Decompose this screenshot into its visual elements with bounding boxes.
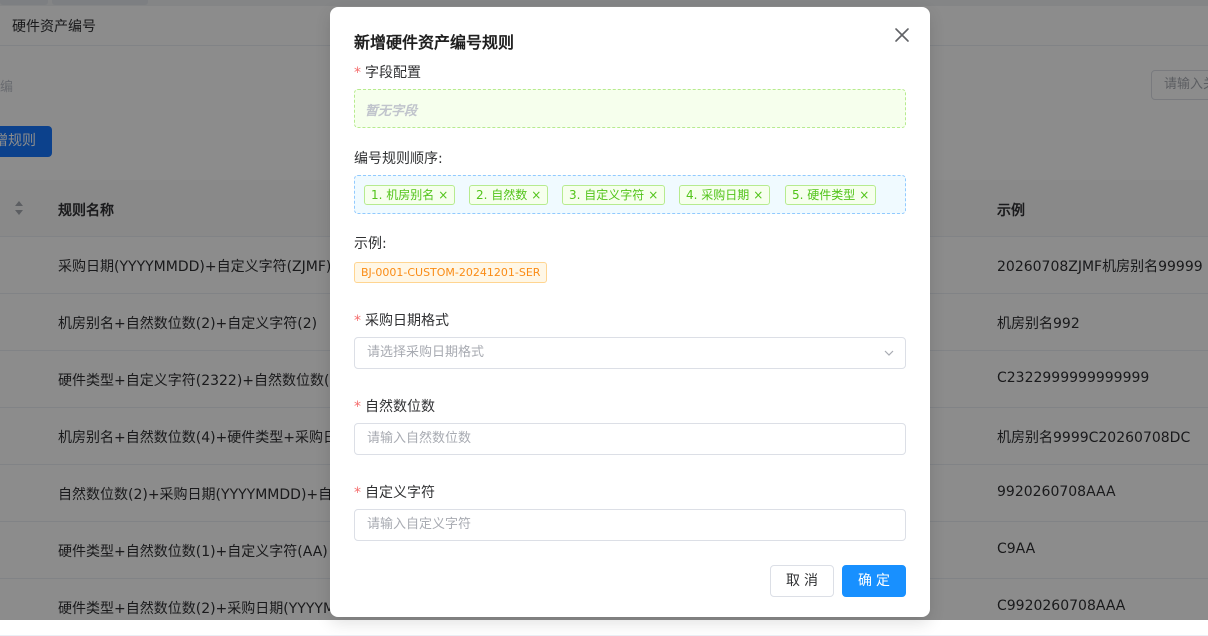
order-tag[interactable]: 4. 采购日期 × — [679, 185, 771, 205]
order-tag[interactable]: 3. 自定义字符 × — [562, 185, 666, 205]
order-tag[interactable]: 2. 自然数 × — [469, 185, 549, 205]
custom-chars-input[interactable]: 请输入自定义字符 — [354, 509, 906, 541]
tag-label: 4. 采购日期 — [686, 188, 750, 202]
required-mark: * — [354, 65, 361, 81]
tag-close-icon[interactable]: × — [648, 186, 658, 204]
label-text: 自定义字符 — [365, 485, 435, 501]
rule-order-area[interactable]: 1. 机房别名 × 2. 自然数 × 3. 自定义字符 × 4. 采购日期 × 5. 硬… — [354, 175, 906, 214]
required-mark: * — [354, 399, 361, 415]
tag-close-icon[interactable]: × — [859, 186, 869, 204]
field-config-area[interactable]: 暂无字段 — [354, 89, 906, 128]
tag-close-icon[interactable]: × — [753, 186, 763, 204]
digits-input[interactable]: 请输入自然数位数 — [354, 423, 906, 455]
close-icon[interactable] — [892, 25, 912, 45]
tag-close-icon[interactable]: × — [531, 186, 541, 204]
label-text: 采购日期格式 — [365, 313, 449, 329]
dialog-title: 新增硬件资产编号规则 — [354, 33, 515, 52]
tag-label: 3. 自定义字符 — [569, 188, 645, 202]
example-value-tag: BJ-0001-CUSTOM-20241201-SER — [354, 262, 548, 283]
required-mark: * — [354, 485, 361, 501]
select-placeholder: 请选择采购日期格式 — [367, 345, 485, 360]
digits-label: * 自然数位数 — [354, 396, 435, 416]
tag-label: 2. 自然数 — [476, 188, 528, 202]
order-label: 编号规则顺序: — [354, 151, 443, 167]
example-label: 示例: — [354, 236, 387, 252]
required-mark: * — [354, 313, 361, 329]
custom-label: * 自定义字符 — [354, 482, 435, 502]
empty-fields-text: 暂无字段 — [365, 104, 418, 119]
field-config-label: * 字段配置 — [354, 62, 421, 82]
confirm-button[interactable]: 确定 — [842, 565, 906, 597]
tag-label: 5. 硬件类型 — [792, 188, 856, 202]
add-rule-dialog: 新增硬件资产编号规则 * 字段配置 暂无字段 编号规则顺序: 1. 机房别名 × 2… — [330, 7, 930, 617]
order-tag[interactable]: 1. 机房别名 × — [364, 185, 456, 205]
chevron-down-icon — [884, 350, 894, 356]
tag-close-icon[interactable]: × — [438, 186, 448, 204]
tag-label: 1. 机房别名 — [371, 188, 435, 202]
label-text: 自然数位数 — [365, 399, 435, 415]
label-text: 字段配置 — [365, 65, 421, 81]
cancel-button[interactable]: 取消 — [770, 565, 834, 597]
order-tag[interactable]: 5. 硬件类型 × — [785, 185, 877, 205]
date-format-label: * 采购日期格式 — [354, 310, 449, 330]
date-format-select[interactable]: 请选择采购日期格式 — [354, 337, 906, 369]
